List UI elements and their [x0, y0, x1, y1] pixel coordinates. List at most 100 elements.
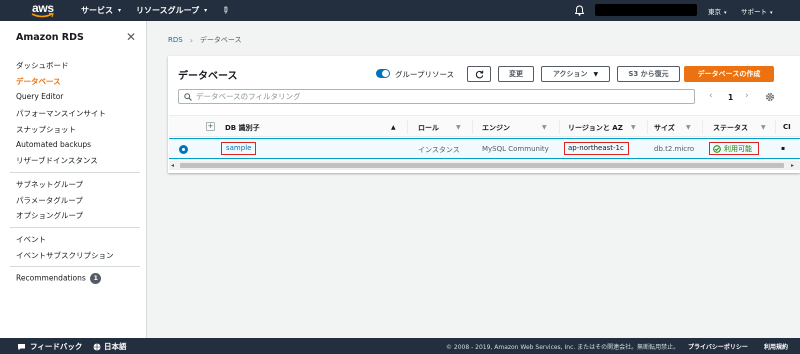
refresh-button[interactable] [467, 66, 491, 82]
sidebar-item-query-editor[interactable]: Query Editor [16, 92, 63, 101]
sort-icon[interactable]: ▼ [686, 124, 691, 131]
services-menu[interactable]: サービス ▾ [81, 5, 121, 16]
recommendations-count-badge: 1 [90, 273, 102, 284]
sidebar-item-dashboard[interactable]: ダッシュボード [16, 60, 69, 71]
sidebar-divider [10, 172, 140, 173]
support-menu[interactable]: サポート ▾ [741, 6, 773, 16]
chevron-right-icon[interactable]: › [745, 91, 749, 101]
sidebar-item-performance-insights[interactable]: パフォーマンスインサイト [16, 108, 106, 119]
sort-ascending-icon[interactable]: ▲ [391, 124, 396, 131]
column-header-db-identifier[interactable]: DB 識別子 [225, 123, 260, 133]
db-identifier-link[interactable]: sample [226, 144, 251, 152]
feedback-link[interactable]: フィードバック [17, 341, 82, 352]
privacy-policy-link[interactable]: プライバシーポリシー [688, 342, 748, 351]
sidebar-item-events[interactable]: イベント [16, 234, 46, 245]
speech-bubble-icon [18, 343, 25, 350]
account-menu-redacted[interactable] [595, 4, 697, 16]
group-resources-label: グループリソース [395, 70, 455, 79]
horizontal-scrollbar[interactable]: ◂ ▸ [169, 161, 800, 170]
column-divider [407, 120, 408, 134]
region-label: 東京 [708, 8, 721, 16]
scrollbar-thumb[interactable] [180, 163, 784, 168]
databases-panel: データベース グループリソース 変更 アクション ▼ S3 から復元 データベー… [168, 56, 800, 173]
region-menu[interactable]: 東京 ▾ [708, 6, 727, 16]
top-navigation: aws サービス ▾ リソースグループ ▾ ✎ 東京 ▾ サポート ▾ [0, 0, 800, 21]
chevron-right-icon: › [189, 35, 193, 45]
region-az-cell: ap-northeast-1c [568, 144, 624, 152]
sort-icon[interactable]: ▼ [542, 124, 547, 131]
caret-down-icon: ▼ [593, 70, 599, 78]
sort-icon[interactable]: ▼ [456, 124, 461, 131]
status-text: 利用可能 [724, 145, 752, 153]
actions-dropdown[interactable]: アクション ▼ [541, 66, 610, 82]
modify-button[interactable]: 変更 [498, 66, 534, 82]
column-header-engine[interactable]: エンジン [482, 123, 510, 133]
sidebar-item-event-subscriptions[interactable]: イベントサブスクリプション [16, 250, 114, 261]
sort-icon[interactable]: ▼ [631, 124, 636, 131]
filter-input[interactable] [196, 92, 676, 101]
support-label: サポート [741, 8, 767, 16]
sidebar-item-label: Recommendations [16, 273, 86, 283]
terms-of-use-link[interactable]: 利用規約 [764, 342, 788, 351]
pin-icon[interactable]: ✎ [219, 4, 231, 16]
db-identifier-text[interactable]: sample [226, 144, 251, 152]
column-divider [775, 120, 776, 134]
sidebar-item-option-groups[interactable]: オプショングループ [16, 210, 83, 221]
chevron-down-icon: ▾ [118, 7, 122, 14]
row-select-radio[interactable] [179, 145, 188, 154]
sidebar-item-recommendations[interactable]: Recommendations 1 [16, 273, 102, 284]
engine-cell: MySQL Community [482, 145, 549, 153]
services-label: サービス [81, 6, 113, 15]
column-header-status[interactable]: ステータス [713, 123, 748, 133]
resource-groups-label: リソースグループ [136, 6, 200, 15]
breadcrumb-current: データベース [199, 36, 242, 44]
table-row[interactable]: sample インスタンス MySQL Community ap-northea… [169, 138, 800, 159]
gear-icon[interactable] [765, 92, 775, 102]
check-circle-icon [713, 145, 721, 153]
sidebar-item-automated-backups[interactable]: Automated backups [16, 140, 91, 149]
column-divider [559, 120, 560, 134]
table-header: + DB 識別子 ▲ ロール ▼ エンジン ▼ リージョンと AZ ▼ サイズ … [169, 115, 800, 137]
breadcrumb: RDS › データベース [168, 35, 242, 45]
copyright-text: © 2008 - 2019, Amazon Web Services, Inc.… [446, 344, 680, 351]
footer: フィードバック 日本語 © 2008 - 2019, Amazon Web Se… [0, 338, 800, 354]
aws-logo[interactable]: aws [30, 0, 60, 21]
scroll-left-arrow-icon[interactable]: ◂ [171, 162, 174, 169]
sort-icon[interactable]: ▼ [761, 124, 766, 131]
column-header-region-az[interactable]: リージョンと AZ [568, 123, 623, 133]
column-header-ci[interactable]: CI [783, 123, 791, 131]
sidebar-title: Amazon RDS [16, 32, 84, 43]
sidebar-divider [10, 227, 140, 228]
language-selector[interactable]: 日本語 [93, 341, 127, 352]
panel-title: データベース [178, 71, 238, 82]
bell-icon[interactable] [575, 5, 584, 16]
close-icon[interactable]: ✕ [126, 30, 136, 44]
chevron-left-icon[interactable]: ‹ [709, 91, 713, 101]
expand-all-icon[interactable]: + [206, 122, 215, 131]
sidebar-item-databases[interactable]: データベース [16, 76, 61, 87]
column-divider [472, 120, 473, 134]
column-divider [702, 120, 703, 134]
actions-label: アクション [552, 70, 588, 78]
column-header-size[interactable]: サイズ [654, 123, 675, 133]
sidebar-item-subnet-groups[interactable]: サブネットグループ [16, 179, 83, 190]
chevron-down-icon: ▾ [724, 10, 727, 16]
restore-from-s3-button[interactable]: S3 から復元 [617, 66, 680, 82]
size-cell: db.t2.micro [654, 145, 695, 153]
sidebar-item-parameter-groups[interactable]: パラメータグループ [16, 195, 83, 206]
group-resources-toggle[interactable] [376, 69, 390, 78]
scroll-right-arrow-icon[interactable]: ▸ [791, 162, 794, 169]
resource-groups-menu[interactable]: リソースグループ ▾ [136, 5, 207, 16]
sidebar-item-snapshots[interactable]: スナップショット [16, 124, 76, 135]
page-number[interactable]: 1 [728, 93, 733, 102]
breadcrumb-rds-link[interactable]: RDS [168, 36, 183, 44]
role-cell: インスタンス [418, 146, 460, 154]
language-label: 日本語 [104, 342, 127, 351]
chevron-down-icon: ▾ [204, 7, 208, 14]
globe-icon [93, 343, 101, 350]
chevron-down-icon: ▾ [770, 10, 773, 16]
create-database-button[interactable]: データベースの作成 [684, 66, 774, 82]
column-header-role[interactable]: ロール [418, 123, 439, 133]
refresh-icon [475, 70, 483, 78]
sidebar-item-reserved-instances[interactable]: リザーブドインスタンス [16, 155, 98, 166]
